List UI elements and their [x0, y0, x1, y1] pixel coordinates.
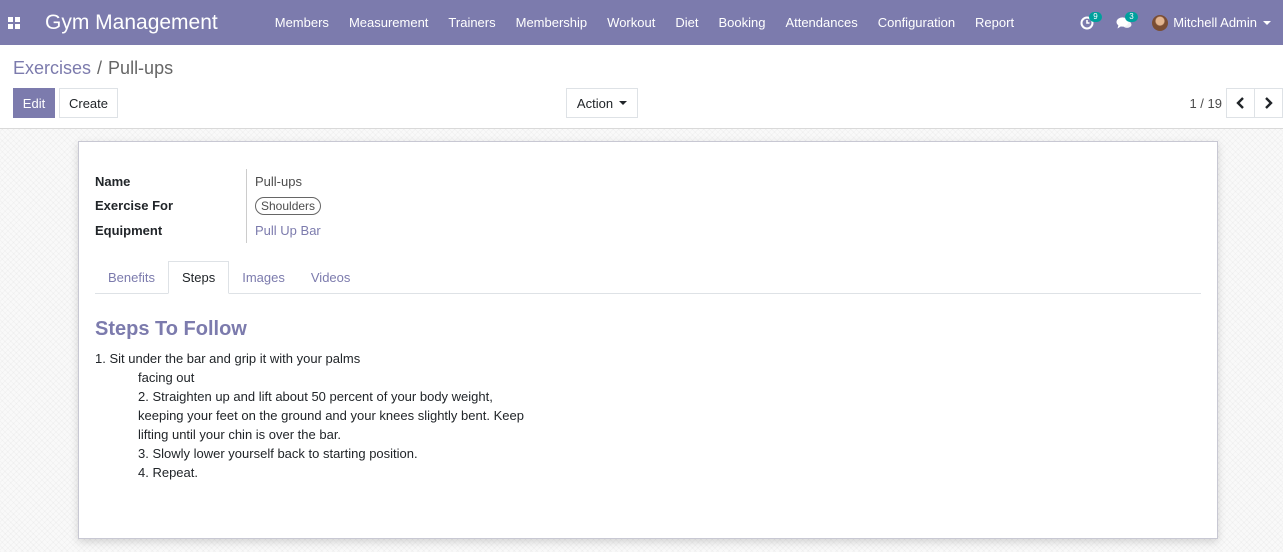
systray: 9 3 Mitchell Admin [1069, 0, 1283, 45]
breadcrumb-current: Pull-ups [108, 58, 174, 78]
menu-item-membership[interactable]: Membership [506, 0, 598, 45]
steps-body: 1. Sit under the bar and grip it with yo… [95, 349, 524, 482]
activity-count-badge: 9 [1089, 12, 1102, 22]
tag-badge: Shoulders [255, 196, 322, 215]
field-label: Name [95, 173, 131, 189]
step-line: 4. Repeat. [138, 465, 198, 480]
equipment-link[interactable]: Pull Up Bar [246, 218, 321, 243]
pager-previous-button[interactable] [1226, 88, 1255, 118]
edit-button[interactable]: Edit [13, 88, 55, 118]
apps-menu-icon[interactable] [0, 0, 28, 45]
caret-down-icon [619, 101, 628, 105]
notebook-tabs: Benefits Steps Images Videos [95, 261, 1201, 294]
avatar [1152, 14, 1169, 31]
top-navbar: Gym Management Members Measurement Train… [0, 0, 1283, 45]
menu-item-trainers[interactable]: Trainers [438, 0, 505, 45]
step-line: 3. Slowly lower yourself back to startin… [138, 446, 418, 461]
pager: 1 / 19 [1189, 88, 1283, 118]
field-exercise-for: Exercise For Shoulders [95, 193, 322, 218]
main-menu: Members Measurement Trainers Membership … [265, 0, 1024, 45]
step-line: lifting until your chin is over the bar. [138, 427, 342, 442]
breadcrumb: Exercises / Pull-ups [13, 58, 173, 79]
menu-item-workout[interactable]: Workout [597, 0, 665, 45]
field-label: Exercise For [95, 198, 174, 214]
tab-images[interactable]: Images [229, 261, 298, 294]
activity-menu[interactable]: 9 [1069, 0, 1105, 45]
step-line: 1. Sit under the bar and grip it with yo… [95, 351, 361, 366]
tab-steps[interactable]: Steps [167, 261, 230, 294]
form-sheet: Name Pull-ups Exercise For Shoulders Equ… [78, 141, 1218, 539]
breadcrumb-parent-link[interactable]: Exercises [13, 58, 91, 79]
messages-count-badge: 3 [1125, 12, 1138, 22]
field-equipment: Equipment Pull Up Bar [95, 218, 321, 243]
action-label: Action [576, 95, 614, 111]
caret-down-icon [1263, 20, 1271, 25]
messaging-menu[interactable]: 3 [1105, 0, 1143, 45]
menu-item-measurement[interactable]: Measurement [339, 0, 438, 45]
pager-next-button[interactable] [1254, 88, 1283, 118]
menu-item-report[interactable]: Report [965, 0, 1024, 45]
menu-item-attendances[interactable]: Attendances [775, 0, 867, 45]
action-dropdown-button[interactable]: Action [566, 88, 638, 118]
menu-item-members[interactable]: Members [265, 0, 339, 45]
menu-item-booking[interactable]: Booking [708, 0, 775, 45]
menu-item-configuration[interactable]: Configuration [868, 0, 965, 45]
content-area: Name Pull-ups Exercise For Shoulders Equ… [0, 129, 1283, 552]
field-value-name: Pull-ups [246, 169, 302, 194]
form-fields: Name Pull-ups Exercise For Shoulders Equ… [95, 169, 322, 243]
field-name: Name Pull-ups [95, 169, 321, 194]
steps-title: Steps To Follow [95, 318, 247, 340]
field-value-exercise-for: Shoulders [246, 193, 322, 218]
app-brand[interactable]: Gym Management [45, 11, 218, 35]
pager-value[interactable]: 1 / 19 [1189, 96, 1222, 111]
breadcrumb-separator: / [97, 58, 103, 78]
user-name: Mitchell Admin [1173, 15, 1257, 30]
step-line: 2. Straighten up and lift about 50 perce… [138, 389, 493, 404]
tab-videos[interactable]: Videos [298, 261, 364, 294]
chevron-left-icon [1236, 97, 1244, 109]
chevron-right-icon [1265, 97, 1273, 109]
tab-benefits[interactable]: Benefits [95, 261, 168, 294]
step-line: keeping your feet on the ground and your… [138, 408, 524, 423]
menu-item-diet[interactable]: Diet [665, 0, 708, 45]
step-line: facing out [138, 370, 195, 385]
user-menu[interactable]: Mitchell Admin [1143, 0, 1283, 45]
control-panel: Exercises / Pull-ups Edit Create Action … [0, 45, 1283, 129]
create-button[interactable]: Create [59, 88, 118, 118]
field-label: Equipment [95, 222, 163, 238]
